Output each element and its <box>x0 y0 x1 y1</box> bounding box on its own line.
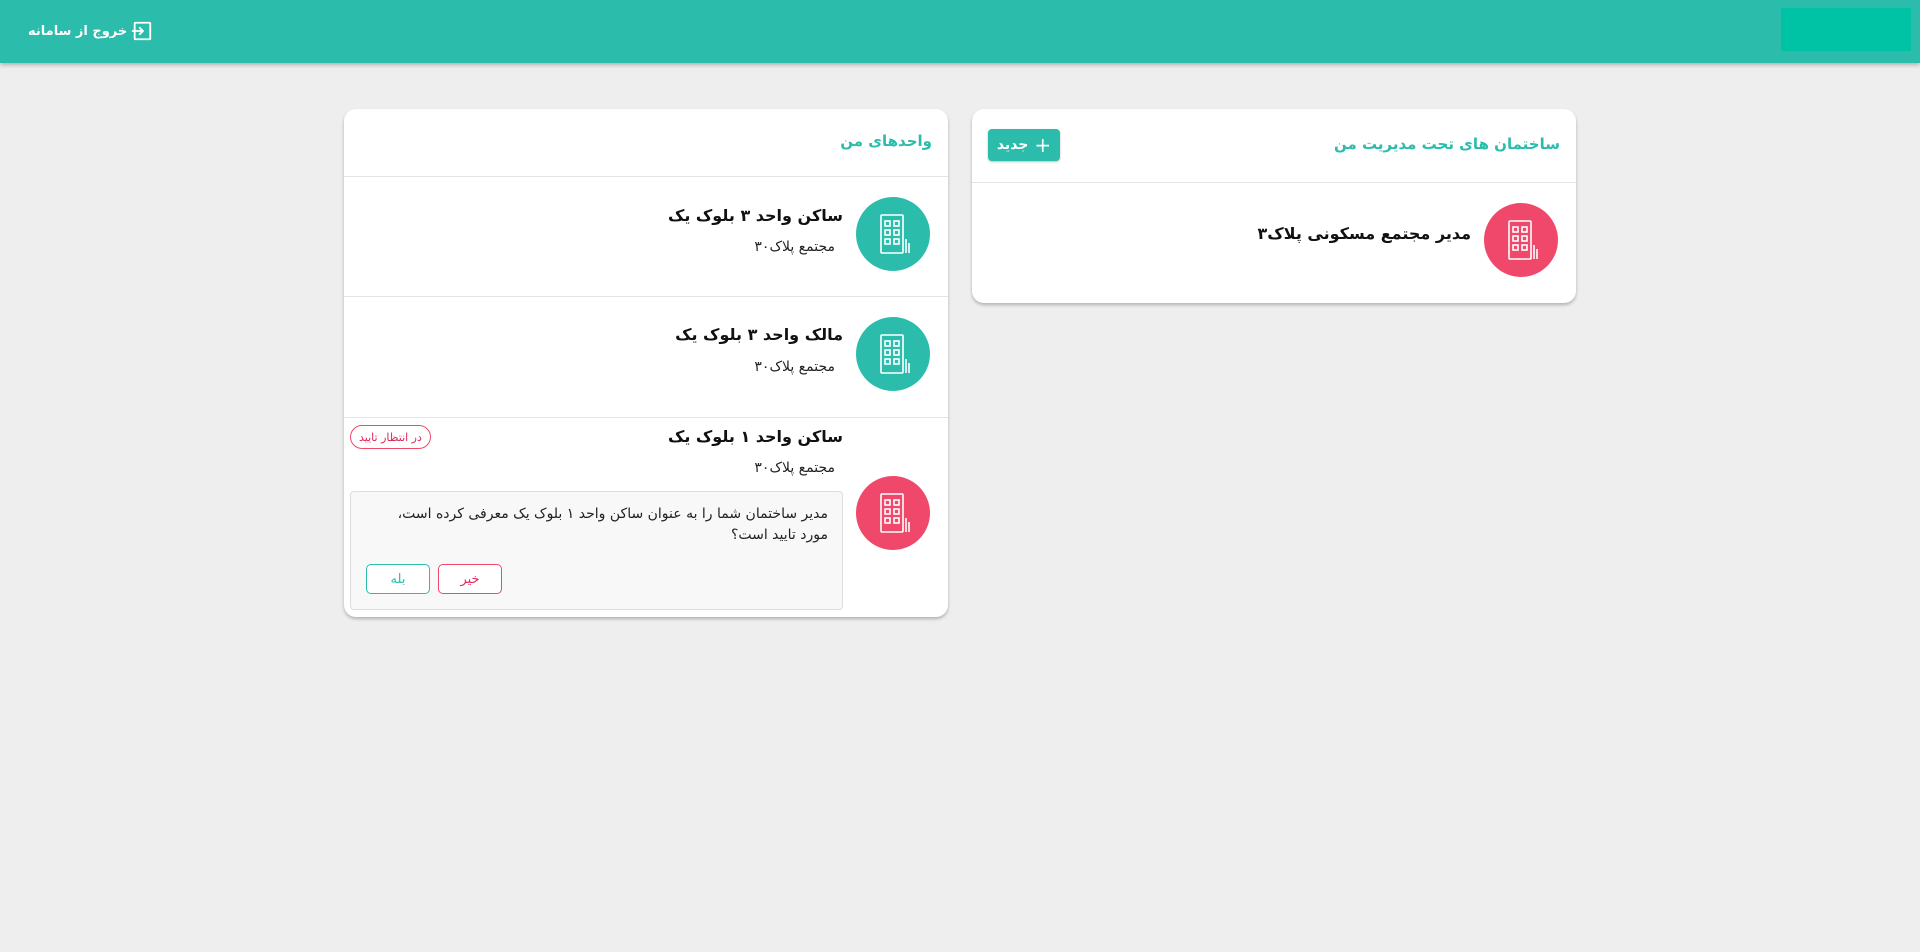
building-icon <box>880 214 910 254</box>
my-units-title: واحدهای من <box>840 132 932 150</box>
reject-button[interactable]: خیر <box>438 564 502 594</box>
building-icon <box>880 334 910 374</box>
unit-item[interactable]: ساکن واحد ۳ بلوک یک مجتمع پلاک۳۰ <box>344 177 948 297</box>
my-units-header: واحدهای من <box>344 109 948 177</box>
unit-title: مالک واحد ۳ بلوک یک <box>675 325 843 344</box>
managed-buildings-header: ساختمان های تحت مدیریت من + جدید <box>972 109 1576 183</box>
building-icon <box>880 493 910 533</box>
unit-title: ساکن واحد ۱ بلوک یک <box>667 427 843 446</box>
building-icon <box>1508 220 1538 260</box>
my-units-card: واحدهای من ساکن واحد ۳ بلوک یک مجتمع پلا… <box>344 109 948 617</box>
managed-buildings-title: ساختمان های تحت مدیریت من <box>1333 135 1560 153</box>
logout-icon <box>132 21 152 41</box>
unit-avatar <box>856 476 930 550</box>
unit-item-pending[interactable]: در انتظار تایید ساکن واحد ۱ بلوک یک مجتم… <box>344 418 948 616</box>
accept-button[interactable]: بله <box>366 564 430 594</box>
unit-item[interactable]: مالک واحد ۳ بلوک یک مجتمع پلاک۳۰ <box>344 297 948 418</box>
logout-label: خروج از سامانه <box>28 23 128 39</box>
unit-title: ساکن واحد ۳ بلوک یک <box>667 206 843 225</box>
unit-subtitle: مجتمع پلاک۳۰ <box>754 239 835 255</box>
logout-button[interactable]: خروج از سامانه <box>28 19 153 43</box>
plus-icon: + <box>1034 133 1052 157</box>
confirmation-box: مدیر ساختمان شما را به عنوان ساکن واحد ۱… <box>350 491 843 610</box>
unit-avatar <box>856 317 930 391</box>
logo <box>1781 8 1911 51</box>
new-building-button[interactable]: + جدید <box>988 129 1060 161</box>
top-bar: خروج از سامانه <box>0 0 1920 63</box>
managed-buildings-card: ساختمان های تحت مدیریت من + جدید مدیر مج… <box>972 109 1576 303</box>
unit-subtitle: مجتمع پلاک۳۰ <box>754 359 835 375</box>
confirmation-message: مدیر ساختمان شما را به عنوان ساکن واحد ۱… <box>397 506 828 543</box>
building-avatar <box>1484 203 1558 277</box>
unit-avatar <box>856 197 930 271</box>
new-button-label: جدید <box>996 137 1029 153</box>
unit-subtitle: مجتمع پلاک۳۰ <box>754 460 835 476</box>
building-item[interactable]: مدیر مجتمع مسکونی پلاک۳ <box>972 183 1576 302</box>
status-badge: در انتظار تایید <box>350 425 431 449</box>
building-title: مدیر مجتمع مسکونی پلاک۳ <box>1257 224 1471 243</box>
